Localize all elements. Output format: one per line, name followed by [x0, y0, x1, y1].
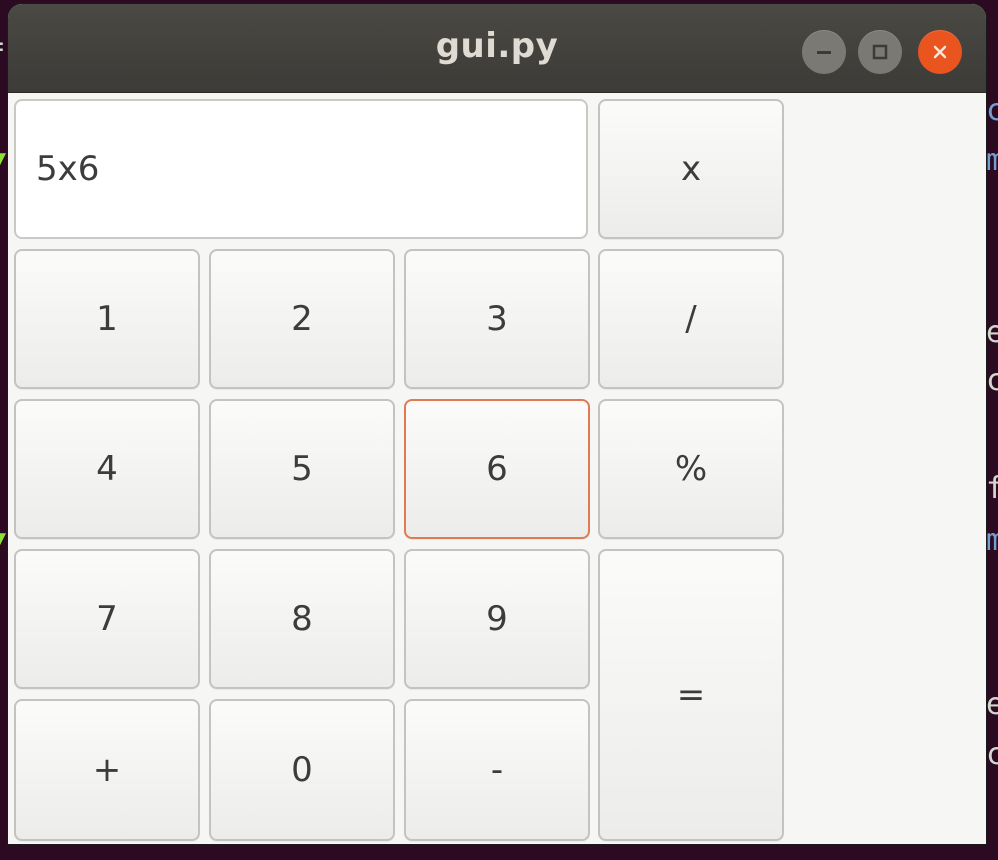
maximize-icon [872, 44, 888, 60]
key-5-button[interactable]: 5 [209, 399, 395, 539]
minimize-button[interactable] [802, 30, 846, 74]
key-9-button[interactable]: 9 [404, 549, 590, 689]
key-3-button[interactable]: 3 [404, 249, 590, 389]
plus-button[interactable]: + [14, 699, 200, 841]
minus-button[interactable]: - [404, 699, 590, 841]
background-terminal-right: c [986, 737, 998, 772]
maximize-button[interactable] [858, 30, 902, 74]
background-terminal-right: m [986, 523, 998, 558]
background-terminal-right: c [986, 93, 998, 128]
key-2-button[interactable]: 2 [209, 249, 395, 389]
minimize-icon [817, 51, 831, 54]
background-terminal-mark: ▼ [0, 526, 6, 556]
background-terminal-right: m [986, 143, 998, 178]
key-6-button[interactable]: 6 [404, 399, 590, 539]
multiply-button[interactable]: x [598, 99, 784, 239]
title-bar[interactable]: gui.py [8, 4, 986, 93]
display-field[interactable]: 5x6 [14, 99, 588, 239]
percent-button[interactable]: % [598, 399, 784, 539]
key-7-button[interactable]: 7 [14, 549, 200, 689]
key-4-button[interactable]: 4 [14, 399, 200, 539]
background-terminal-mark: ▼ [0, 146, 6, 176]
background-terminal-right: e [986, 315, 998, 350]
background-terminal-left: = [0, 32, 4, 62]
background-terminal-right: c [986, 363, 998, 398]
calculator-body: 5x6 x 1 2 3 / 4 5 6 % 7 8 9 = + 0 - [8, 93, 986, 844]
divide-button[interactable]: / [598, 249, 784, 389]
calculator-window: gui.py 5x6 x 1 2 3 / 4 5 6 % 7 8 9 = + 0… [8, 4, 986, 844]
key-0-button[interactable]: 0 [209, 699, 395, 841]
close-button[interactable] [918, 30, 962, 74]
key-1-button[interactable]: 1 [14, 249, 200, 389]
background-terminal-right: e [986, 687, 998, 722]
key-8-button[interactable]: 8 [209, 549, 395, 689]
equals-button[interactable]: = [598, 549, 784, 841]
background-terminal-right: f [986, 471, 998, 506]
close-icon [933, 45, 947, 59]
